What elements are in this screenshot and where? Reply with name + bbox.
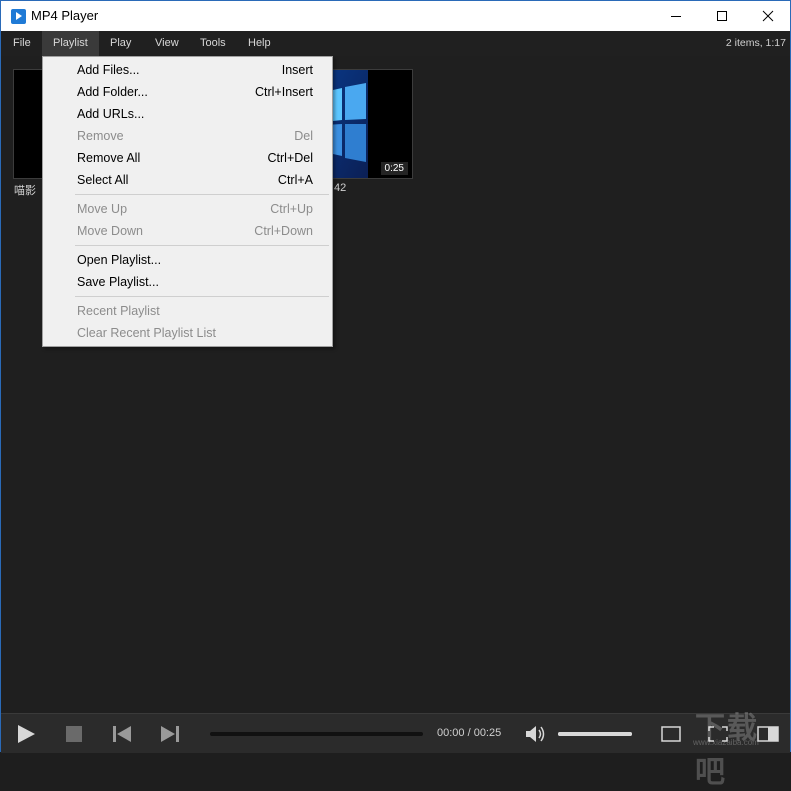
menu-item-label: Save Playlist...	[77, 275, 159, 289]
fullscreen-icon	[708, 726, 728, 742]
title-bar: MP4 Player	[1, 1, 790, 31]
seek-bar[interactable]	[210, 732, 423, 736]
menu-item-shortcut: Ctrl+Down	[254, 224, 313, 238]
menu-move-up: Move Up Ctrl+Up	[43, 198, 332, 220]
menu-recent-playlist: Recent Playlist	[43, 300, 332, 322]
volume-slider[interactable]	[558, 732, 632, 736]
menu-separator	[75, 245, 329, 246]
menu-item-label: Open Playlist...	[77, 253, 162, 267]
menu-view[interactable]: View	[144, 31, 190, 56]
duration-badge: 0:25	[380, 162, 408, 175]
menu-item-label: Add URLs...	[77, 107, 145, 121]
menu-select-all[interactable]: Select All Ctrl+A	[43, 169, 332, 191]
window-mode-icon	[661, 726, 681, 742]
maximize-icon	[717, 11, 727, 21]
stop-icon	[66, 726, 82, 742]
menu-item-label: Clear Recent Playlist List	[77, 326, 216, 340]
play-button[interactable]	[15, 723, 37, 745]
menu-remove: Remove Del	[43, 125, 332, 147]
menu-separator	[75, 296, 329, 297]
menu-item-label: Add Files...	[77, 63, 140, 77]
menu-item-label: Add Folder...	[77, 85, 148, 99]
volume-button[interactable]	[525, 725, 547, 743]
menu-playlist[interactable]: Playlist	[42, 31, 99, 56]
playlist-dropdown-menu: Add Files... Insert Add Folder... Ctrl+I…	[42, 56, 333, 347]
app-logo-icon	[11, 9, 26, 24]
next-button[interactable]	[159, 724, 181, 744]
minimize-icon	[671, 16, 681, 17]
maximize-button[interactable]	[699, 1, 745, 31]
playlist-toggle-button[interactable]	[757, 725, 779, 743]
window-title: MP4 Player	[31, 8, 99, 23]
minimize-button[interactable]	[653, 1, 699, 31]
speaker-icon	[526, 726, 545, 742]
close-button[interactable]	[745, 1, 791, 31]
menu-file[interactable]: File	[2, 31, 42, 56]
playlist-item-1-label: 喵影	[14, 185, 36, 197]
menu-item-label: Recent Playlist	[77, 304, 160, 318]
app-window: MP4 Player File Playlist Play View Tools…	[0, 0, 791, 790]
menu-item-label: Move Down	[77, 224, 143, 238]
menu-item-label: Remove	[77, 129, 124, 143]
menu-item-label: Move Up	[77, 202, 128, 216]
time-display: 00:00 / 00:25	[437, 727, 502, 739]
previous-icon	[113, 726, 131, 742]
menu-move-down: Move Down Ctrl+Down	[43, 220, 332, 242]
menu-clear-recent: Clear Recent Playlist List	[43, 322, 332, 344]
volume-level-fill	[558, 732, 632, 736]
menu-item-shortcut: Insert	[281, 63, 313, 77]
stop-button[interactable]	[65, 725, 83, 743]
menu-item-shortcut: Ctrl+Up	[270, 202, 313, 216]
menu-add-urls[interactable]: Add URLs...	[43, 103, 332, 125]
menu-add-files[interactable]: Add Files... Insert	[43, 59, 332, 81]
window-mode-button[interactable]	[661, 725, 681, 743]
playback-controls: 00:00 / 00:25	[1, 713, 790, 753]
menu-add-folder[interactable]: Add Folder... Ctrl+Insert	[43, 81, 332, 103]
playlist-item-2-label: 42	[334, 182, 347, 194]
menu-separator	[75, 194, 329, 195]
playlist-status: 2 items, 1:17	[725, 37, 786, 49]
menu-save-playlist[interactable]: Save Playlist...	[43, 271, 332, 293]
menu-item-label: Remove All	[77, 151, 141, 165]
menu-play[interactable]: Play	[99, 31, 142, 56]
menu-item-shortcut: Ctrl+Insert	[254, 85, 313, 99]
menu-item-shortcut: Ctrl+A	[277, 173, 313, 187]
menu-open-playlist[interactable]: Open Playlist...	[43, 249, 332, 271]
playlist-panel-icon	[757, 726, 779, 742]
close-icon	[762, 10, 774, 22]
menu-remove-all[interactable]: Remove All Ctrl+Del	[43, 147, 332, 169]
menu-item-shortcut: Del	[294, 129, 313, 143]
menu-tools[interactable]: Tools	[189, 31, 237, 56]
menu-bar: File Playlist Play View Tools Help 2 ite…	[1, 31, 790, 56]
menu-item-shortcut: Ctrl+Del	[267, 151, 314, 165]
previous-button[interactable]	[111, 724, 133, 744]
menu-help[interactable]: Help	[237, 31, 282, 56]
menu-item-label: Select All	[77, 173, 129, 187]
next-icon	[161, 726, 179, 742]
play-icon	[18, 725, 35, 743]
fullscreen-button[interactable]	[708, 725, 728, 743]
